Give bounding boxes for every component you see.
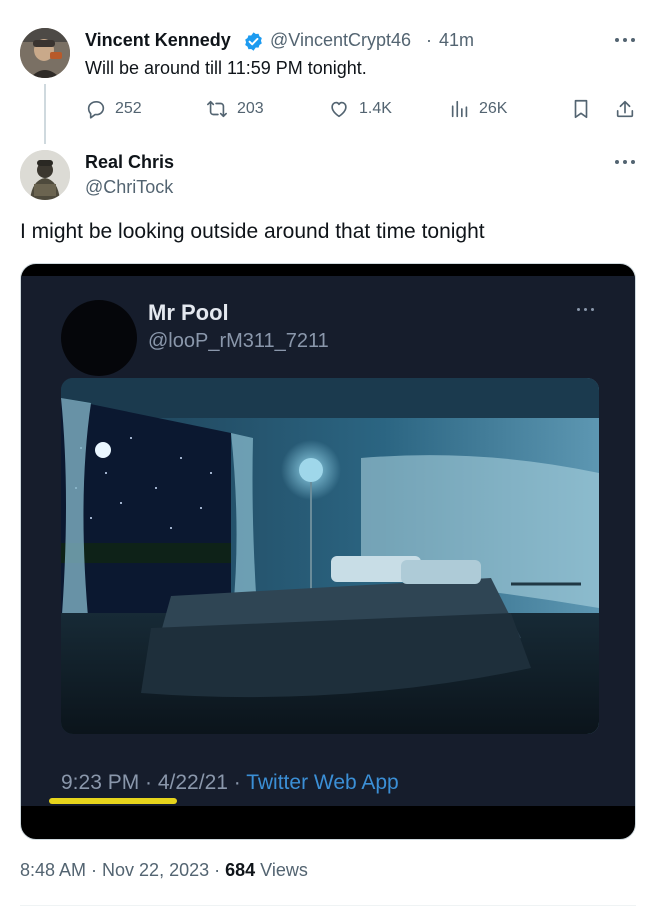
dot-separator: · bbox=[426, 30, 432, 50]
author-handle-vincent[interactable]: @VincentCrypt46 bbox=[270, 30, 411, 51]
yellow-highlight-mark bbox=[49, 798, 177, 804]
tweet-timestamp[interactable]: 8:48 AM · Nov 22, 2023 · bbox=[20, 860, 225, 880]
tweet-timestamp-row: 8:48 AM · Nov 22, 2023 · 684 Views bbox=[20, 860, 308, 881]
like-button[interactable]: 1.4K bbox=[327, 94, 392, 124]
reply-count: 252 bbox=[115, 100, 142, 117]
author-handle-chris[interactable]: @ChriTock bbox=[85, 177, 173, 198]
embedded-tweet-meta: 9:23 PM · 4/22/21 · Twitter Web App bbox=[61, 771, 399, 795]
bookmark-icon bbox=[574, 99, 588, 119]
avatar-real-chris[interactable] bbox=[20, 150, 70, 200]
repost-button[interactable]: 203 bbox=[205, 94, 264, 124]
more-icon[interactable] bbox=[614, 35, 638, 45]
views-button[interactable]: 26K bbox=[449, 94, 507, 124]
repost-count: 203 bbox=[237, 100, 264, 117]
avatar-vincent-kennedy[interactable] bbox=[20, 28, 70, 78]
views-icon bbox=[451, 100, 468, 118]
parent-tweet-text: Will be around till 11:59 PM tonight. bbox=[85, 58, 367, 78]
share-icon bbox=[616, 100, 634, 118]
tweet-view-count: 684 bbox=[225, 860, 256, 880]
post-age[interactable]: 41m bbox=[439, 30, 474, 51]
repost-icon bbox=[207, 100, 227, 118]
embedded-more-icon bbox=[575, 306, 599, 314]
tweet-views-label: Views bbox=[255, 860, 308, 880]
verified-badge-icon bbox=[245, 32, 262, 51]
like-icon bbox=[331, 101, 347, 118]
views-count: 26K bbox=[479, 100, 508, 117]
reply-icon bbox=[87, 101, 105, 119]
embedded-avatar bbox=[61, 300, 137, 376]
tweet-image[interactable]: Mr Pool @looP_rM311_7211 9:23 PM · 4/22/… bbox=[20, 263, 636, 840]
embedded-author-handle: @looP_rM311_7211 bbox=[148, 330, 329, 352]
embedded-tweet-screenshot: Mr Pool @looP_rM311_7211 9:23 PM · 4/22/… bbox=[21, 276, 635, 806]
embedded-author-name: Mr Pool bbox=[148, 300, 229, 325]
share-button[interactable] bbox=[614, 94, 636, 124]
embedded-tweet-app: Twitter Web App bbox=[246, 771, 399, 794]
embedded-tweet-time: 9:23 PM · 4/22/21 · bbox=[61, 771, 247, 794]
bookmark-button[interactable] bbox=[570, 94, 592, 124]
reply-button[interactable]: 252 bbox=[85, 94, 142, 124]
author-name-vincent[interactable]: Vincent Kennedy bbox=[85, 30, 231, 51]
more-icon[interactable] bbox=[614, 157, 638, 167]
like-count: 1.4K bbox=[359, 100, 392, 117]
thread-connector bbox=[44, 84, 46, 144]
author-name-chris[interactable]: Real Chris bbox=[85, 152, 174, 173]
bedroom-night-photo bbox=[61, 378, 599, 734]
tweet-text: I might be looking outside around that t… bbox=[20, 220, 485, 243]
